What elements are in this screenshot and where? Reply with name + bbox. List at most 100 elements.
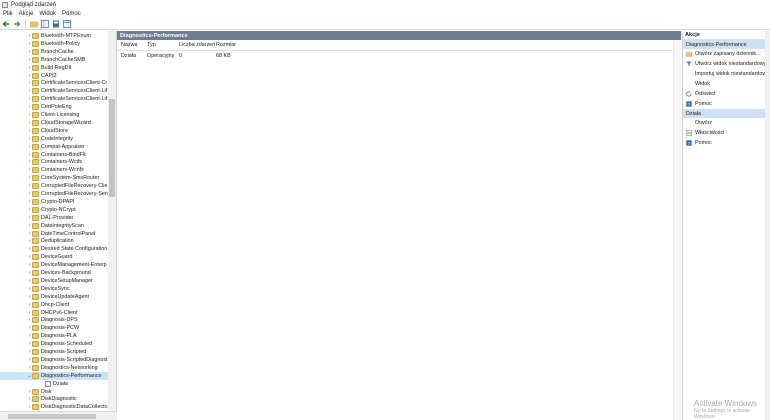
- column-type[interactable]: Typ: [147, 42, 179, 48]
- folder-icon: [32, 119, 39, 126]
- tree-item[interactable]: › Diagnosis-Scripted: [0, 348, 110, 356]
- action-group-log[interactable]: Diagnostics-Performance: [683, 40, 770, 49]
- menu-action[interactable]: Akcje: [19, 11, 34, 17]
- tree-item[interactable]: › DateTimeControlPanel: [0, 230, 110, 238]
- folder-icon: [32, 56, 39, 63]
- action-label: Utwórz widok niestandardowy: [695, 61, 767, 67]
- action-open-saved-log[interactable]: Otwórz zapisany dziennik...: [683, 49, 770, 59]
- tree-item-label: BranchCacheSMB: [41, 56, 86, 63]
- tree-item[interactable]: › Containers-Wcnfs: [0, 166, 110, 174]
- tree-item[interactable]: › Client-Licensing: [0, 111, 110, 119]
- tree-item[interactable]: › BranchCache: [0, 48, 110, 56]
- scrollbar-thumb[interactable]: [8, 414, 96, 419]
- tree-item-label: CodeIntegrity: [41, 135, 74, 142]
- folder-icon: [32, 104, 39, 111]
- tree-item[interactable]: › CAPI2: [0, 72, 110, 80]
- open-log-button[interactable]: [30, 20, 38, 28]
- tree-horizontal-scrollbar[interactable]: [0, 411, 117, 420]
- table-row[interactable]: Działa Operacyjny 0 68 KB: [117, 51, 681, 60]
- tree-item[interactable]: › Crypto-NCrypt: [0, 206, 110, 214]
- tree-item-label: CorruptedFileRecovery-Serv: [41, 191, 110, 197]
- tree-item[interactable]: › Containers-Wcifs: [0, 158, 110, 166]
- actions-scrollbar[interactable]: [765, 31, 770, 420]
- tree-item[interactable]: › CloudStorageWizard: [0, 119, 110, 127]
- tree-vertical-scrollbar[interactable]: [108, 31, 116, 420]
- folder-icon: [32, 40, 39, 47]
- tree-item[interactable]: › CertificateServicesClient-Lif: [0, 87, 110, 95]
- tree-item[interactable]: › Dhcp-Client: [0, 301, 110, 309]
- tree-item[interactable]: › Diagnosis-PLA: [0, 332, 110, 340]
- column-size[interactable]: Rozmiar: [216, 42, 256, 48]
- log-icon: [45, 380, 51, 387]
- tree-item[interactable]: › DeviceSync: [0, 285, 110, 293]
- action-open[interactable]: Otwórz: [683, 118, 770, 128]
- show-hide-tree-button[interactable]: [41, 19, 49, 28]
- tree-item[interactable]: › CertificateServicesClient-Cr: [0, 79, 110, 87]
- tree-item[interactable]: Działa: [0, 380, 110, 388]
- tree-item[interactable]: › DeviceUpdateAgent: [0, 293, 110, 301]
- tree-item[interactable]: › Build-RegDll: [0, 64, 110, 72]
- tree-item[interactable]: › Compat-Appraiser: [0, 143, 110, 151]
- tree-item[interactable]: › CoreSystem-SmsRouter: [0, 174, 110, 182]
- tree-item[interactable]: › DataIntegrityScan: [0, 222, 110, 230]
- action-create-custom-view[interactable]: Utwórz widok niestandardowy: [683, 59, 770, 69]
- help-button[interactable]: [52, 20, 60, 28]
- tree-item[interactable]: › CorruptedFileRecovery-Clie: [0, 182, 110, 190]
- scrollbar-thumb[interactable]: [109, 99, 115, 197]
- tree-item-label: CloudStorageWizard: [41, 119, 91, 126]
- menu-view[interactable]: Widok: [39, 11, 56, 17]
- tree-item[interactable]: › Bluetooth-Policy: [0, 40, 110, 48]
- folder-icon: [32, 293, 39, 300]
- filter-icon: [686, 61, 692, 67]
- help-icon: ?: [686, 101, 692, 107]
- tree-item[interactable]: › CodeIntegrity: [0, 135, 110, 143]
- tree-item[interactable]: › Diagnostics-Networking: [0, 364, 110, 372]
- action-refresh[interactable]: Odśwież: [683, 89, 770, 99]
- tree-item[interactable]: › BranchCacheSMB: [0, 56, 110, 64]
- folder-icon: [32, 317, 39, 324]
- back-button[interactable]: [2, 20, 10, 28]
- tree-item[interactable]: › DiskDiagnostic: [0, 395, 110, 403]
- cell-count: 0: [179, 52, 182, 59]
- tree-item[interactable]: › Bluetooth-MTPEnum: [0, 32, 110, 40]
- tree-item[interactable]: › Devices-Background: [0, 269, 110, 277]
- folder-icon: [32, 285, 39, 292]
- column-name[interactable]: Nazwa: [117, 42, 147, 48]
- forward-button[interactable]: [13, 20, 21, 28]
- tree-item[interactable]: › Containers-BindFlt: [0, 151, 110, 159]
- tree-item[interactable]: › Diagnosis-ScriptedDiagnost: [0, 356, 110, 364]
- properties-button[interactable]: [63, 19, 71, 28]
- tree-item[interactable]: › CloudStore: [0, 127, 110, 135]
- tree-item[interactable]: › DeviceManagement-Enterp: [0, 261, 110, 269]
- tree-item[interactable]: › Deduplication: [0, 237, 110, 245]
- tree-item[interactable]: › Diagnosis-Scheduled: [0, 340, 110, 348]
- tree-item[interactable]: › Diagnosis-PCW: [0, 324, 110, 332]
- tree-item[interactable]: › Disk: [0, 388, 110, 396]
- menu-file[interactable]: Plik: [3, 11, 13, 17]
- tree-item[interactable]: › CertificateServicesClient-Lif: [0, 95, 110, 103]
- menu-help[interactable]: Pomoc: [62, 11, 81, 17]
- action-help[interactable]: ? Pomoc: [683, 99, 770, 109]
- action-group-selected-log[interactable]: Działa: [683, 109, 770, 118]
- tree-item[interactable]: › CertPoleEng: [0, 103, 110, 111]
- folder-icon: [32, 254, 39, 261]
- action-properties[interactable]: Właściwości: [683, 128, 770, 138]
- tree-item[interactable]: › Desired State Configuration: [0, 245, 110, 253]
- tree-item[interactable]: ⌄ Diagnostics-Performance: [0, 371, 110, 380]
- grid-view-icon: [41, 19, 49, 28]
- list-scrollbar[interactable]: [673, 40, 681, 420]
- tree-item-label: DeviceGuard: [41, 254, 73, 261]
- tree-item[interactable]: › Diagnosis-DPS: [0, 316, 110, 324]
- tree-item[interactable]: › DeviceGuard: [0, 253, 110, 261]
- action-import-custom-view[interactable]: Importuj widok niestandardowy: [683, 69, 770, 79]
- tree-item-label: Dhcp-Client: [41, 301, 70, 308]
- tree-item[interactable]: › DAL-Provider: [0, 214, 110, 222]
- action-view[interactable]: Widok: [683, 79, 770, 89]
- tree-item[interactable]: › DeviceSetupManager: [0, 277, 110, 285]
- tree-item[interactable]: › Crypto-DPAPI: [0, 198, 110, 206]
- tree-item[interactable]: › CorruptedFileRecovery-Serv: [0, 190, 110, 198]
- action-help-2[interactable]: ? Pomoc: [683, 138, 770, 148]
- column-event-count[interactable]: Liczba zdarzeń: [179, 42, 216, 48]
- tree-item[interactable]: › DHCPv6-Client: [0, 309, 110, 317]
- folder-icon: [32, 143, 39, 150]
